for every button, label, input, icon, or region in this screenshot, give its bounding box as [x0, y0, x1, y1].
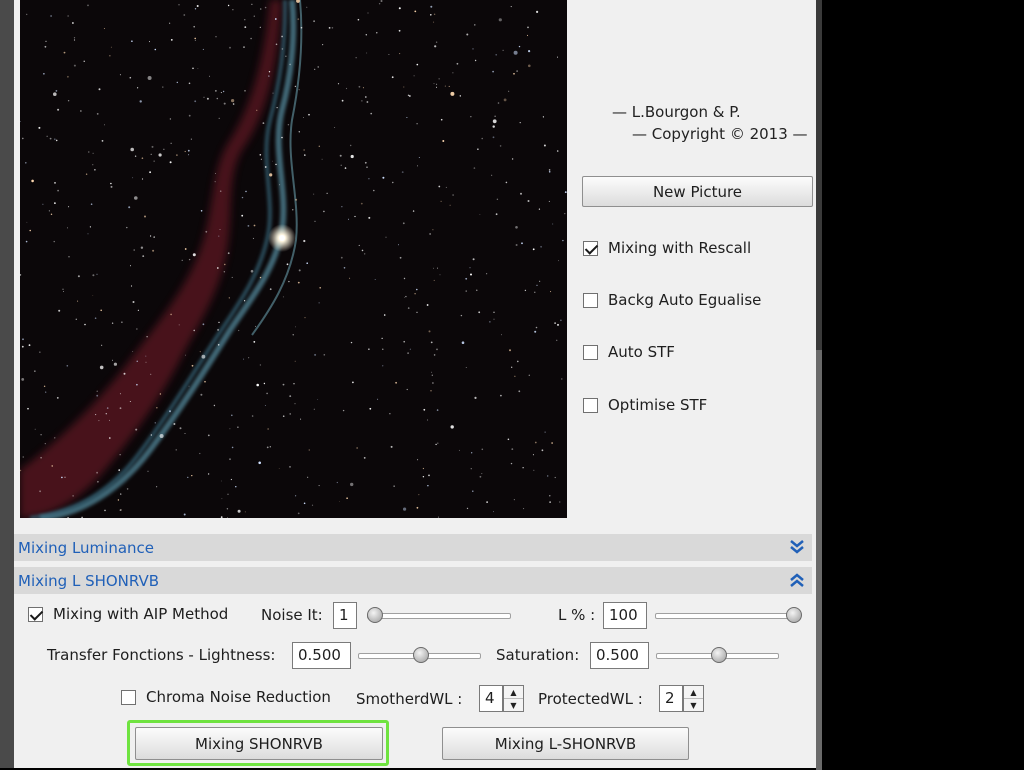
noise-it-field[interactable]: 1	[333, 602, 357, 629]
section-luminance-title: Mixing Luminance	[18, 539, 155, 557]
spin-up-icon[interactable]: ▲	[684, 686, 703, 699]
nebula-picture	[20, 0, 567, 518]
spin-down-icon[interactable]: ▼	[504, 699, 523, 711]
l-percent-slider-thumb[interactable]	[786, 607, 802, 623]
spin-up-icon[interactable]: ▲	[504, 686, 523, 699]
saturation-label: Saturation:	[496, 646, 580, 664]
protected-wl-spinner[interactable]: ▲ ▼	[683, 685, 704, 712]
smothered-wl-spinner[interactable]: ▲ ▼	[503, 685, 524, 712]
chroma-noise-label: Chroma Noise Reduction	[146, 688, 331, 706]
l-percent-label: L % :	[558, 606, 596, 624]
l-percent-slider[interactable]	[655, 607, 802, 623]
section-mixing-l-shonrvb[interactable]: Mixing L SHONRVB	[14, 567, 812, 594]
auto-stf-checkbox[interactable]	[583, 344, 598, 360]
spin-down-icon[interactable]: ▼	[684, 699, 703, 711]
saturation-slider[interactable]	[656, 647, 779, 663]
protected-wl-field[interactable]: 2	[659, 685, 683, 712]
chroma-noise-checkbox[interactable]	[121, 689, 136, 705]
transfer-lightness-label: Transfer Fonctions - Lightness:	[47, 646, 276, 664]
optimise-stf-option[interactable]: Optimise STF	[583, 396, 707, 414]
double-chevron-up-icon[interactable]	[790, 572, 804, 588]
aip-method-option[interactable]: Mixing with AIP Method	[28, 605, 228, 623]
optimise-stf-checkbox[interactable]	[583, 397, 598, 413]
mixing-l-shonrvb-button[interactable]: Mixing L-SHONRVB	[442, 727, 689, 760]
credits-line-1: — L.Bourgon & P.	[612, 103, 741, 121]
auto-stf-label: Auto STF	[608, 343, 675, 361]
mixing-rescall-checkbox[interactable]	[583, 240, 598, 256]
credits-line-2: — Copyright © 2013 —	[632, 125, 808, 143]
smothered-wl-field[interactable]: 4	[479, 685, 503, 712]
preview-image	[20, 0, 567, 518]
double-chevron-down-icon[interactable]	[790, 539, 804, 555]
noise-it-slider-thumb[interactable]	[367, 607, 383, 623]
protected-wl-label: ProtectedWL :	[538, 690, 643, 708]
mixing-rescall-option[interactable]: Mixing with Rescall	[583, 239, 751, 257]
new-picture-button[interactable]: New Picture	[582, 176, 813, 207]
noise-it-label: Noise It:	[261, 606, 323, 624]
transfer-lightness-field[interactable]: 0.500	[292, 642, 351, 669]
section-l-shonrvb-title: Mixing L SHONRVB	[18, 572, 160, 590]
backg-auto-option[interactable]: Backg Auto Egualise	[583, 291, 761, 309]
saturation-field[interactable]: 0.500	[590, 642, 649, 669]
transfer-lightness-slider[interactable]	[358, 647, 481, 663]
chroma-noise-option[interactable]: Chroma Noise Reduction	[121, 688, 331, 706]
auto-stf-option[interactable]: Auto STF	[583, 343, 675, 361]
backg-auto-label: Backg Auto Egualise	[608, 291, 762, 309]
optimise-stf-label: Optimise STF	[608, 396, 708, 414]
window-right-edge	[816, 0, 822, 770]
highlight-frame	[127, 720, 389, 766]
backg-auto-checkbox[interactable]	[583, 292, 598, 308]
aip-method-checkbox[interactable]	[28, 606, 43, 622]
noise-it-slider[interactable]	[367, 607, 511, 623]
smothered-wl-label: SmotherdWL :	[356, 690, 463, 708]
transfer-lightness-slider-thumb[interactable]	[412, 647, 429, 663]
mixing-rescall-label: Mixing with Rescall	[608, 239, 752, 257]
aip-method-label: Mixing with AIP Method	[53, 605, 229, 623]
saturation-slider-thumb[interactable]	[710, 647, 727, 663]
l-percent-field[interactable]: 100	[603, 602, 647, 629]
section-mixing-luminance[interactable]: Mixing Luminance	[14, 534, 812, 561]
